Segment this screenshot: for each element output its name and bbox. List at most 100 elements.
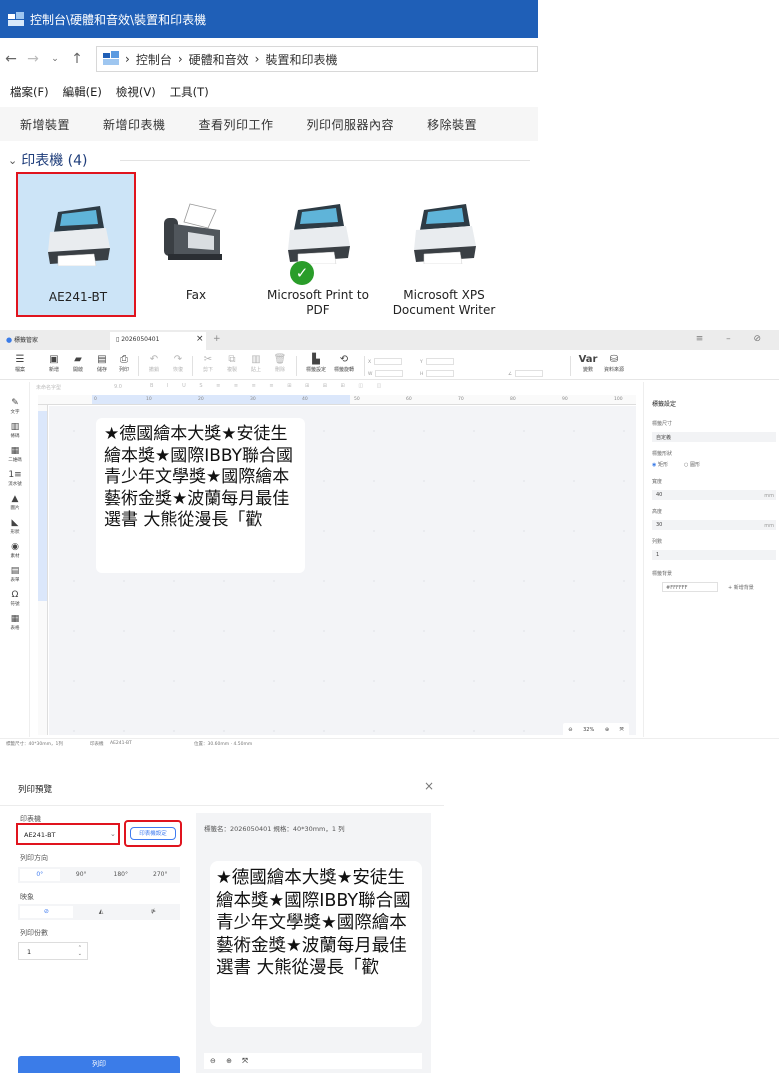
- open-button[interactable]: ▰ 開啟: [66, 354, 90, 373]
- close-icon[interactable]: ×: [424, 779, 434, 793]
- menu-edit[interactable]: 編輯(E): [63, 84, 102, 100]
- save-button[interactable]: ▤ 儲存: [90, 354, 114, 373]
- height-field[interactable]: H: [420, 370, 455, 378]
- variable-button[interactable]: Var 變數: [576, 354, 600, 373]
- bg-color-select[interactable]: #FFFFFF: [662, 582, 718, 592]
- print-server-properties-button[interactable]: 列印伺服器內容: [307, 116, 395, 133]
- window-controls[interactable]: ≡ – ⊘: [696, 334, 771, 344]
- copies-stepper[interactable]: 1 ⌃ ⌄: [18, 942, 88, 960]
- mirror-horizontal[interactable]: ◭: [75, 904, 128, 920]
- redo-button[interactable]: ↷ 恢復: [166, 354, 190, 373]
- symbol-tool[interactable]: Ω 符號: [2, 590, 28, 607]
- back-icon[interactable]: ←: [0, 51, 22, 67]
- fit-icon[interactable]: ⤧: [242, 1057, 248, 1065]
- cut-button[interactable]: ✂ 剪下: [196, 354, 220, 373]
- image-tool[interactable]: ▲ 圖片: [2, 494, 28, 511]
- printers-group-header[interactable]: ⌄ 印表機 (4): [8, 150, 530, 170]
- label-editor-window: ● 標籤管家 ▯ 2026050401 × + ≡ – ⊘ ☰ 檔案 ▣ 新增 ▰ 開…: [0, 330, 779, 748]
- printer-icon: [414, 204, 476, 264]
- cols-input[interactable]: 1: [652, 550, 776, 560]
- printer-settings-button[interactable]: 印表機設定: [130, 827, 176, 840]
- menu-tools[interactable]: 工具(T): [170, 84, 209, 100]
- menu-file[interactable]: 檔案(F): [10, 84, 49, 100]
- tab-document[interactable]: ▯ 2026050401: [110, 332, 206, 350]
- print-button[interactable]: 列印: [18, 1056, 180, 1073]
- direction-90[interactable]: 90°: [62, 867, 102, 883]
- qrcode-tool[interactable]: ▦ 二維碼: [2, 446, 28, 463]
- font-size-select[interactable]: 9.0: [114, 384, 122, 390]
- preview-label: ★德國繪本大獎★安徒生繪本獎★國際IBBY聯合國青少年文學獎★國際繪本藝術金獎★…: [210, 861, 422, 1027]
- fit-icon[interactable]: ⤧: [620, 727, 624, 733]
- x-field[interactable]: X: [368, 358, 403, 366]
- new-button[interactable]: ▣ 新增: [42, 354, 66, 373]
- size-select[interactable]: 自定義: [652, 432, 776, 442]
- serial-tool[interactable]: 1≡ 流水號: [2, 470, 28, 487]
- editor-tabbar: ● 標籤管家 ▯ 2026050401 × + ≡ – ⊘: [0, 330, 779, 350]
- paste-button[interactable]: ▥ 貼上: [244, 354, 268, 373]
- new-tab-icon[interactable]: +: [213, 334, 221, 344]
- shape-round-radio[interactable]: ○ 圓形: [684, 461, 700, 468]
- delete-button[interactable]: 🗑 刪除: [268, 354, 292, 373]
- direction-180[interactable]: 180°: [101, 867, 141, 883]
- label-settings-button[interactable]: ▙ 標籤設定: [302, 354, 330, 373]
- table-tool[interactable]: ▦ 表格: [2, 614, 28, 631]
- command-bar: 新增裝置 新增印表機 查看列印工作 列印伺服器內容 移除裝置: [0, 107, 538, 141]
- menu-view[interactable]: 檢視(V): [116, 84, 156, 100]
- mirror-vertical[interactable]: ⋫: [127, 904, 180, 920]
- breadcrumb-hardware-sound[interactable]: 硬體和音效: [189, 51, 249, 68]
- copy-button[interactable]: ⧉ 複製: [220, 354, 244, 373]
- preview-area: 標籤名：2026050401 規格：40*30mm，1 列 ★德國繪本大獎★安徒…: [196, 813, 431, 1073]
- undo-button[interactable]: ↶ 撤銷: [142, 354, 166, 373]
- direction-270[interactable]: 270°: [141, 867, 181, 883]
- zoom-out-icon[interactable]: ⊖: [568, 727, 572, 733]
- mirror-none[interactable]: ⊘: [20, 906, 73, 918]
- device-microsoft-print-to-pdf[interactable]: ✓ Microsoft Print to PDF: [258, 172, 378, 317]
- add-bg-button[interactable]: + 新增背景: [728, 584, 754, 591]
- cols-label: 列數: [652, 539, 663, 545]
- height-input[interactable]: 30 mm: [652, 520, 776, 530]
- ruler-tick: 60: [406, 397, 412, 402]
- shape-tool[interactable]: ◣ 形狀: [2, 518, 28, 535]
- tool-sidebar: ✎ 文字 ▥ 條碼 ▦ 二維碼 1≡ 流水號 ▲ 圖片 ◣ 形狀 ◉ 素材 ▤ 表單 Ω 符號 ▦…: [0, 382, 30, 737]
- label-rotate-button[interactable]: ⟲ 標籤旋轉: [330, 354, 358, 373]
- remove-device-button[interactable]: 移除裝置: [427, 116, 477, 133]
- font-select[interactable]: 未命名字型: [36, 384, 61, 391]
- ruler-tick: 40: [302, 397, 308, 402]
- redo-icon: ↷: [173, 354, 183, 365]
- add-printer-button[interactable]: 新增印表機: [103, 116, 166, 133]
- status-printer-select[interactable]: AE241-BT: [110, 741, 132, 746]
- zoom-in-icon[interactable]: ⊕: [226, 1057, 232, 1065]
- barcode-tool[interactable]: ▥ 條碼: [2, 422, 28, 439]
- stepper-arrows-icon[interactable]: ⌃ ⌄: [78, 945, 82, 957]
- shape-rect-radio[interactable]: ◉ 矩形: [652, 461, 668, 468]
- breadcrumb-control-panel[interactable]: 控制台: [136, 51, 172, 68]
- label-text-object[interactable]: ★德國繪本大獎★安徒生繪本獎★國際IBBY聯合國青少年文學獎★國際繪本藝術金獎★…: [96, 418, 305, 573]
- zoom-out-icon[interactable]: ⊖: [210, 1057, 216, 1065]
- breadcrumb-devices-printers[interactable]: 裝置和印表機: [265, 51, 337, 68]
- print-button[interactable]: ⎙ 列印: [112, 354, 136, 373]
- printer-select[interactable]: AE241-BT: [16, 823, 120, 845]
- device-microsoft-xps-document-writer[interactable]: Microsoft XPS Document Writer: [384, 172, 504, 317]
- text-tool[interactable]: ✎ 文字: [2, 398, 28, 415]
- material-tool[interactable]: ◉ 素材: [2, 542, 28, 559]
- add-device-button[interactable]: 新增裝置: [20, 116, 70, 133]
- up-icon[interactable]: ↑: [66, 51, 88, 67]
- width-input[interactable]: 40 mm: [652, 490, 776, 500]
- width-field[interactable]: W: [368, 370, 404, 378]
- y-field[interactable]: Y: [420, 358, 454, 366]
- chevron-down-icon[interactable]: ⌄: [110, 830, 116, 838]
- zoom-in-icon[interactable]: ⊕: [605, 727, 609, 733]
- rotation-field[interactable]: ∠: [508, 370, 544, 378]
- direction-0[interactable]: 0°: [20, 869, 60, 881]
- file-menu-button[interactable]: ☰ 檔案: [8, 354, 32, 373]
- tab-home[interactable]: ● 標籤管家: [6, 335, 38, 344]
- forward-icon[interactable]: →: [22, 51, 44, 67]
- form-tool[interactable]: ▤ 表單: [2, 566, 28, 583]
- data-source-button[interactable]: ⛁ 資料來源: [600, 354, 628, 373]
- device-fax[interactable]: Fax: [136, 172, 256, 317]
- close-tab-icon[interactable]: ×: [196, 334, 204, 344]
- device-ae241-bt[interactable]: AE241-BT: [16, 172, 136, 317]
- recent-chevron-icon[interactable]: ⌄: [44, 54, 66, 64]
- address-box[interactable]: › 控制台 › 硬體和音效 › 裝置和印表機: [96, 46, 538, 72]
- see-print-jobs-button[interactable]: 查看列印工作: [199, 116, 274, 133]
